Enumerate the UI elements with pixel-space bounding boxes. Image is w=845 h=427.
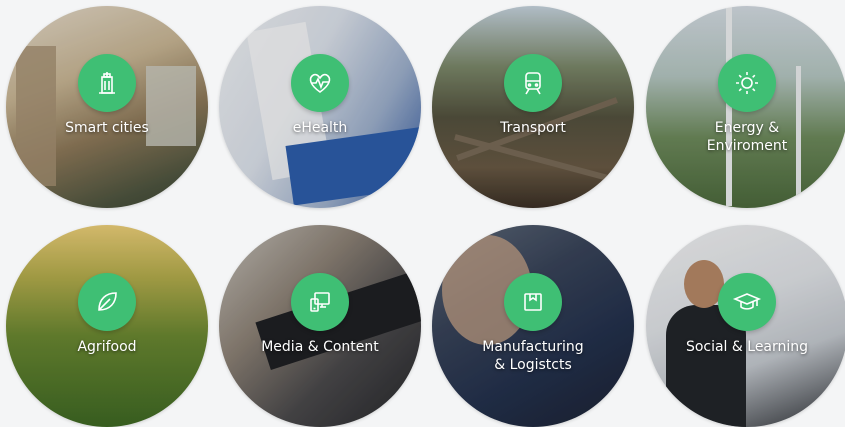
leaf-icon [78, 272, 136, 331]
tile-label: Agrifood [77, 339, 137, 356]
tile-label: Media & Content [261, 339, 379, 356]
tile-media-content[interactable]: Media & Content [219, 225, 421, 427]
tile-label: Smart cities [65, 120, 149, 137]
sun-icon [718, 53, 776, 112]
tile-energy-enviroment[interactable]: Energy & Enviroment [646, 6, 845, 208]
heartbeat-icon [291, 53, 349, 112]
tile-transport[interactable]: Transport [432, 6, 634, 208]
box-icon [504, 272, 562, 331]
building-icon [78, 53, 136, 112]
tile-label: Energy & Enviroment [706, 120, 788, 155]
tile-social-learning[interactable]: Social & Learning [646, 225, 845, 427]
tile-ehealth[interactable]: eHealth [219, 6, 421, 208]
devices-icon [291, 272, 349, 331]
tile-label: Manufacturing & Logistcts [482, 339, 584, 374]
tile-label: Social & Learning [685, 339, 809, 356]
train-icon [504, 53, 562, 112]
tile-label: Transport [500, 120, 566, 137]
tile-agrifood[interactable]: Agrifood [6, 225, 208, 427]
tile-smart-cities[interactable]: Smart cities [6, 6, 208, 208]
graduation-cap-icon [718, 272, 776, 331]
tile-label: eHealth [292, 120, 348, 137]
tile-manufacturing-logistics[interactable]: Manufacturing & Logistcts [432, 225, 634, 427]
